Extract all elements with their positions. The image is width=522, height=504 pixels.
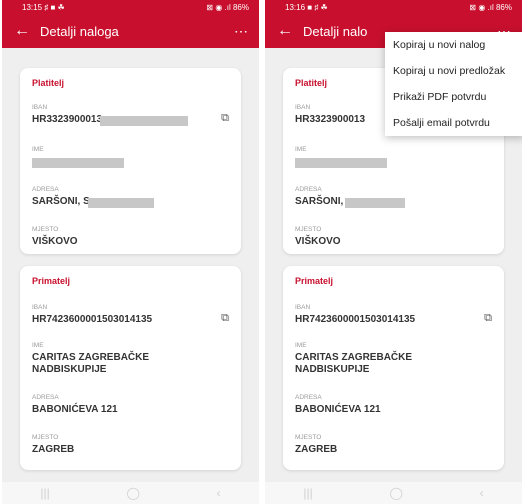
payer-adresa-label: ADRESA [295, 186, 322, 193]
payee-adresa-label: ADRESA [32, 394, 59, 401]
status-right: ⊠ ◉ .ıl 86% [206, 2, 249, 12]
payer-mjesto-value: VIŠKOVO [32, 236, 78, 247]
copy-icon[interactable]: ⧉ [484, 312, 492, 325]
recent-apps-icon[interactable]: ||| [303, 486, 312, 500]
copy-icon[interactable]: ⧉ [221, 312, 229, 325]
payee-ime-line1: CARITAS ZAGREBAČKE [295, 352, 413, 363]
home-icon[interactable]: ◯ [126, 486, 139, 500]
status-icons: ■ ♯ ☘ [307, 2, 328, 12]
status-time: 13:16 [285, 2, 306, 12]
payee-card: Primatelj IBAN HR7423600001503014135 ⧉ I… [283, 266, 504, 470]
status-time: 13:15 [22, 2, 43, 12]
payee-ime-line1: CARITAS ZAGREBAČKE [32, 352, 150, 363]
payee-ime-line2: NADBISKUPIJE [295, 364, 370, 375]
payer-adresa-value: SARŠONI, S [32, 196, 90, 207]
payer-adresa-value: SARŠONI, [295, 196, 344, 207]
redaction-mask [100, 116, 188, 126]
redaction-mask [295, 158, 387, 168]
back-arrow-icon[interactable]: ← [14, 22, 40, 40]
app-bar: ← Detalji naloga ⋯ [2, 14, 259, 48]
copy-icon[interactable]: ⧉ [221, 112, 229, 125]
payer-iban-label: IBAN [295, 104, 311, 111]
redaction-mask [88, 198, 154, 208]
payer-mjesto-value: VIŠKOVO [295, 236, 341, 247]
payer-title: Platitelj [32, 78, 65, 88]
payee-iban-label: IBAN [295, 304, 311, 311]
status-bar: 13:15 ♯ ■ ☘ ⊠ ◉ .ıl 86% [2, 0, 259, 14]
home-icon[interactable]: ◯ [389, 486, 402, 500]
payee-adresa-label: ADRESA [295, 394, 322, 401]
payee-ime-label: IME [295, 342, 307, 349]
payee-iban-label: IBAN [32, 304, 48, 311]
payee-ime-label: IME [32, 342, 44, 349]
payer-iban-label: IBAN [32, 104, 48, 111]
status-right: ⊠ ◉ .ıl 86% [469, 2, 512, 12]
screen-2: 13:16 ■ ♯ ☘ ⊠ ◉ .ıl 86% ← Detalji nalo ⋯… [265, 0, 522, 504]
status-bar: 13:16 ■ ♯ ☘ ⊠ ◉ .ıl 86% [265, 0, 522, 14]
payer-ime-label: IME [32, 146, 44, 153]
payer-mjesto-label: MJESTO [295, 226, 322, 233]
payee-iban-value: HR7423600001503014135 [32, 314, 153, 325]
redaction-mask [32, 158, 124, 168]
payee-adresa-value: BABONIĆEVA 121 [295, 404, 381, 415]
payee-mjesto-label: MJESTO [32, 434, 59, 441]
payee-adresa-value: BABONIĆEVA 121 [32, 404, 118, 415]
status-icons: ♯ ■ ☘ [44, 2, 65, 12]
payee-card: Primatelj IBAN HR7423600001503014135 ⧉ I… [20, 266, 241, 470]
overflow-menu: Kopiraj u novi nalog Kopiraj u novi pred… [385, 32, 522, 136]
payee-title: Primatelj [295, 276, 334, 286]
payee-title: Primatelj [32, 276, 71, 286]
menu-item-copy-to-new-template[interactable]: Kopiraj u novi predložak [385, 58, 522, 84]
payee-mjesto-value: ZAGREB [295, 444, 338, 455]
payee-ime-line2: NADBISKUPIJE [32, 364, 107, 375]
screen-1: 13:15 ♯ ■ ☘ ⊠ ◉ .ıl 86% ← Detalji naloga… [2, 0, 259, 504]
payer-title: Platitelj [295, 78, 328, 88]
redaction-mask [345, 198, 405, 208]
payer-iban-value: HR3323900013 [32, 114, 103, 125]
back-arrow-icon[interactable]: ← [277, 22, 303, 40]
payer-adresa-label: ADRESA [32, 186, 59, 193]
payee-iban-value: HR7423600001503014135 [295, 314, 416, 325]
menu-item-send-email[interactable]: Pošalji email potvrdu [385, 110, 522, 136]
payer-card: Platitelj IBAN HR3323900013 ⧉ IME ADRESA… [20, 68, 241, 254]
menu-item-copy-to-new-order[interactable]: Kopiraj u novi nalog [385, 32, 522, 58]
payee-mjesto-label: MJESTO [295, 434, 322, 441]
payer-ime-label: IME [295, 146, 307, 153]
page-title: Detalji naloga [40, 23, 119, 39]
system-nav-bar: ||| ◯ ‹ [265, 482, 522, 504]
payer-mjesto-label: MJESTO [32, 226, 59, 233]
menu-item-show-pdf[interactable]: Prikaži PDF potvrdu [385, 84, 522, 110]
more-options-icon[interactable]: ⋯ [234, 23, 249, 40]
back-nav-icon[interactable]: ‹ [480, 486, 484, 500]
payer-iban-value: HR3323900013 [295, 114, 366, 125]
system-nav-bar: ||| ◯ ‹ [2, 482, 259, 504]
payee-mjesto-value: ZAGREB [32, 444, 75, 455]
recent-apps-icon[interactable]: ||| [40, 486, 49, 500]
back-nav-icon[interactable]: ‹ [217, 486, 221, 500]
